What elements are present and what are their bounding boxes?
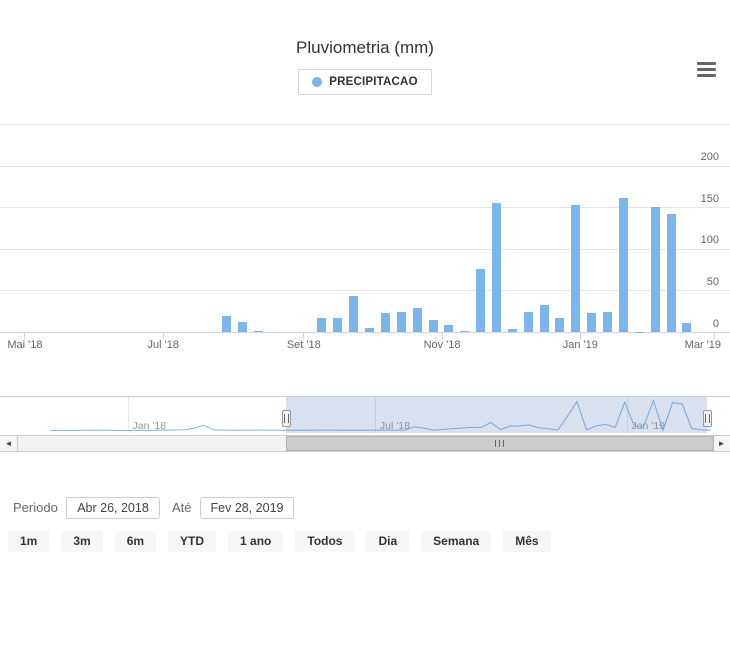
period-row: Periodo Até (0, 497, 730, 519)
navigator-left-handle[interactable] (281, 410, 291, 427)
period-until-label: Até (172, 500, 192, 515)
navigator-right-handle[interactable] (702, 410, 712, 427)
period-label: Periodo (13, 500, 58, 515)
handle-grip-icon (704, 414, 710, 423)
range-button-6m[interactable]: 6m (114, 531, 157, 552)
range-button-dia[interactable]: Dia (366, 531, 410, 552)
scrollbar[interactable]: ◄ ► (0, 435, 730, 452)
scrollbar-thumb[interactable] (285, 436, 714, 451)
handle-grip-icon (283, 414, 289, 423)
range-button-1-ano[interactable]: 1 ano (228, 531, 284, 552)
scrollbar-left-arrow-icon[interactable]: ◄ (0, 436, 18, 451)
pluviometry-chart-widget: Pluviometria (mm) PRECIPITACAO 0 50 100 150… (0, 0, 730, 645)
scrollbar-grip-icon (495, 440, 505, 447)
range-button-ytd[interactable]: YTD (168, 531, 217, 552)
range-button-todos[interactable]: Todos (295, 531, 355, 552)
range-button-mes[interactable]: Mês (503, 531, 551, 552)
range-button-1m[interactable]: 1m (8, 531, 50, 552)
navigator-selected-mask[interactable] (285, 397, 707, 433)
range-selector-buttons: 1m 3m 6m YTD 1 ano Todos Dia Semana Mês (8, 531, 551, 552)
navigator-area: Jan '18 Jul '18 Jan '19 (0, 0, 730, 460)
period-from-input[interactable] (66, 497, 160, 519)
range-button-semana[interactable]: Semana (421, 531, 492, 552)
period-to-input[interactable] (200, 497, 294, 519)
range-button-3m[interactable]: 3m (61, 531, 103, 552)
scrollbar-right-arrow-icon[interactable]: ► (712, 436, 730, 451)
